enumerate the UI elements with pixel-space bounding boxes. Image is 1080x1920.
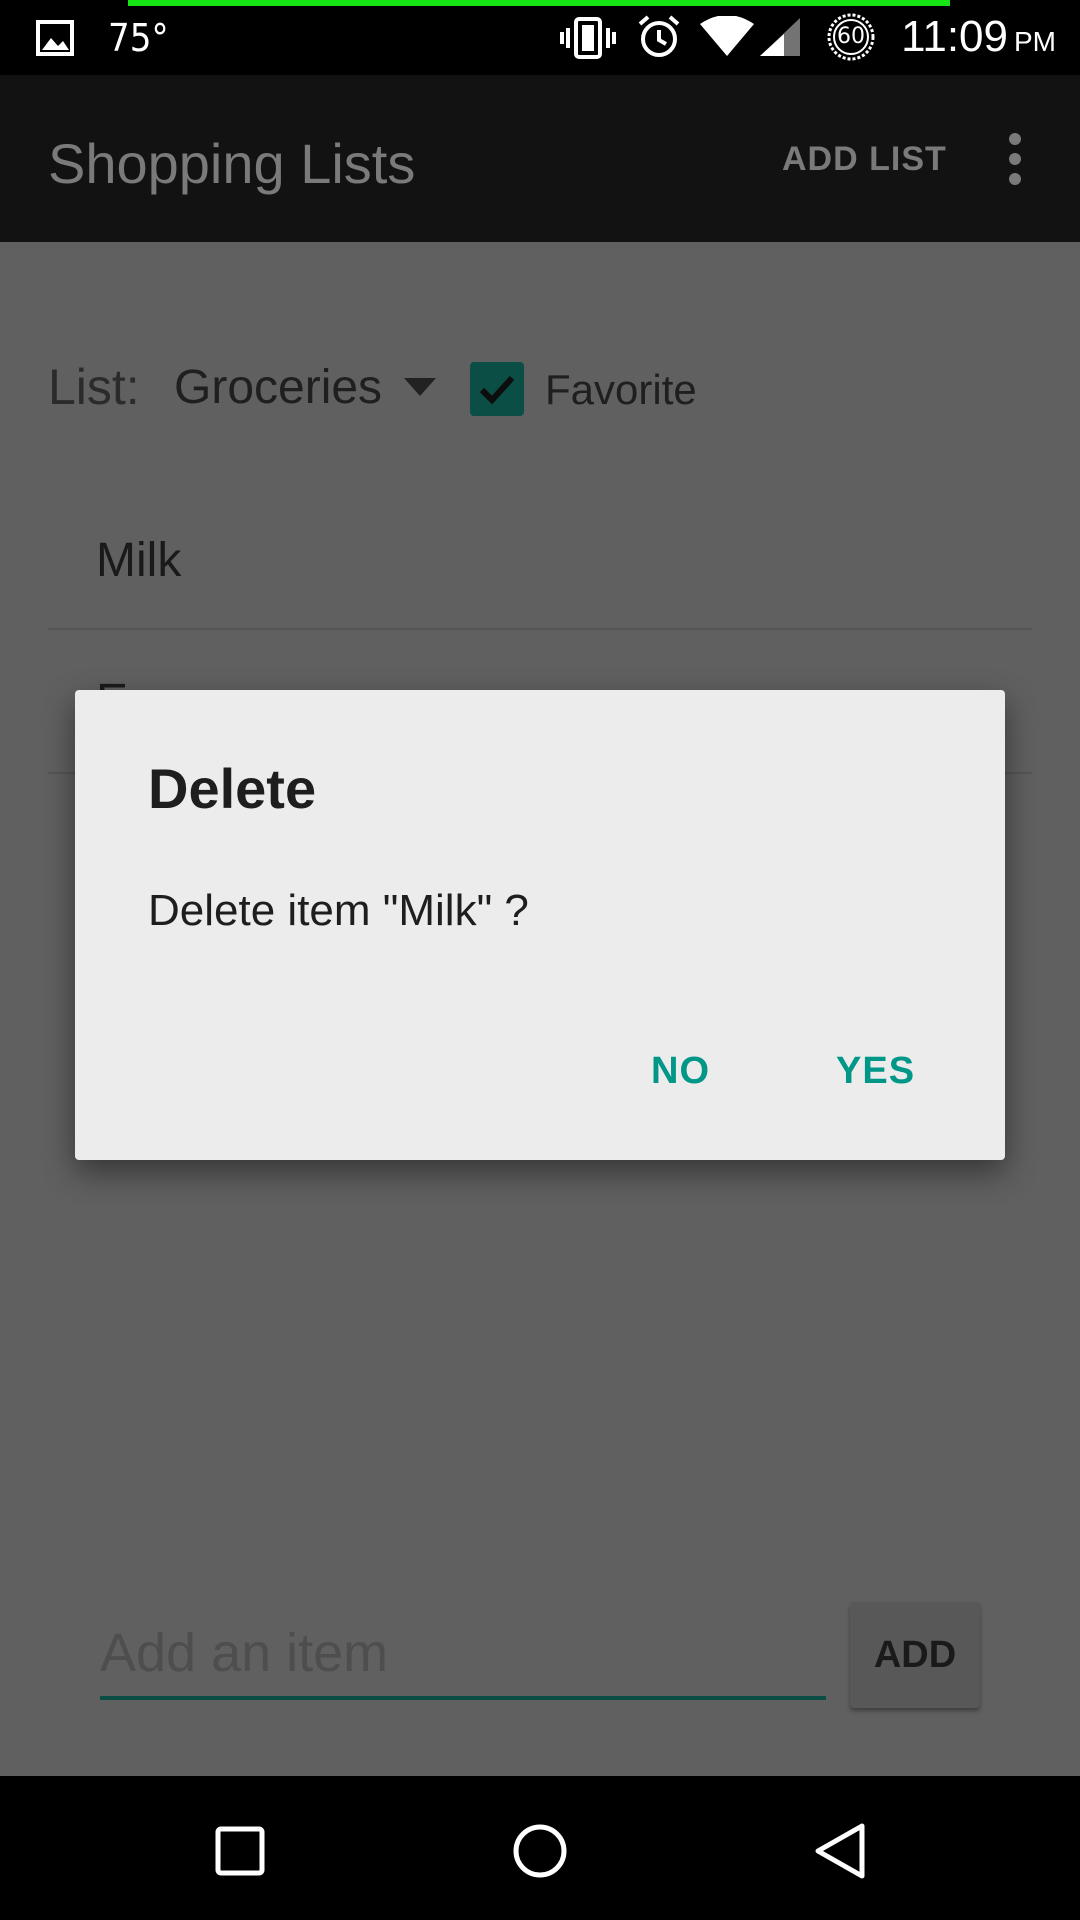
favorite-label: Favorite: [545, 366, 697, 413]
add-item-placeholder: Add an item: [100, 1623, 389, 1683]
dropdown-arrow-icon[interactable]: [404, 378, 436, 396]
app-title: Shopping Lists: [48, 132, 416, 195]
add-list-button[interactable]: ADD LIST: [782, 140, 947, 179]
yes-button[interactable]: YES: [820, 1042, 931, 1101]
vibrate-icon: [560, 16, 616, 60]
battery-icon: 60: [826, 12, 876, 62]
progress-line: [128, 0, 950, 6]
favorite-checkbox[interactable]: [470, 362, 524, 416]
wifi-icon: [700, 16, 754, 58]
signal-icon: [758, 16, 802, 58]
delete-dialog: Delete Delete item "Milk" ? NO YES: [75, 690, 1005, 1160]
add-item-input[interactable]: Add an item: [100, 1620, 826, 1700]
dialog-title: Delete: [148, 757, 317, 820]
home-icon[interactable]: [495, 1806, 585, 1896]
more-vert-icon[interactable]: [1000, 133, 1030, 185]
clock: 11:09 PM: [901, 12, 1056, 62]
dialog-message: Delete item "Milk" ?: [148, 886, 529, 935]
clock-ampm: PM: [1014, 26, 1056, 57]
add-item-button[interactable]: ADD: [850, 1602, 980, 1708]
list-item[interactable]: Milk: [48, 500, 1032, 630]
list-item-label: Milk: [96, 534, 182, 587]
check-icon: [479, 375, 515, 405]
navigation-bar: [0, 1776, 1080, 1920]
list-dropdown[interactable]: Groceries: [174, 360, 382, 415]
no-button[interactable]: NO: [635, 1042, 726, 1101]
image-icon: [36, 20, 74, 56]
list-label: List:: [48, 359, 140, 415]
alarm-icon: [636, 14, 682, 60]
clock-time: 11:09: [901, 12, 1008, 61]
back-icon[interactable]: [795, 1806, 885, 1896]
temperature-text: 75°: [108, 16, 169, 60]
recent-apps-icon[interactable]: [195, 1806, 285, 1896]
status-bar: 75° 60 11:09 PM: [0, 0, 1080, 75]
battery-level: 60: [837, 24, 865, 49]
